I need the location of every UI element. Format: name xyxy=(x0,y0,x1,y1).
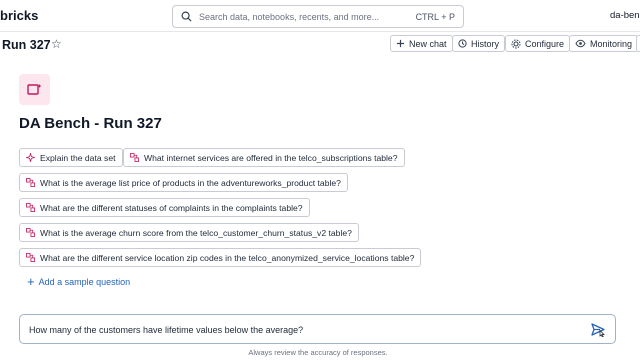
suggestion-label: What are the different statuses of compl… xyxy=(40,202,303,213)
suggestion-chip-explain[interactable]: Explain the data set xyxy=(19,148,123,167)
suggestion-label: Explain the data set xyxy=(40,152,116,163)
space-title: DA Bench - Run 327 xyxy=(19,115,162,132)
new-chat-label: New chat xyxy=(409,38,447,49)
disclaimer-text: Always review the accuracy of responses. xyxy=(248,348,388,357)
suggestion-chip[interactable]: What is the average list price of produc… xyxy=(19,173,348,192)
sparkle-icon xyxy=(26,153,35,162)
brand-logo-text[interactable]: bricks xyxy=(0,8,38,23)
workspace-name[interactable]: da-benc xyxy=(610,10,640,21)
top-bar: bricks Search data, notebooks, recents, … xyxy=(0,0,640,32)
monitoring-button[interactable]: Monitoring xyxy=(569,35,639,52)
chat-input[interactable]: How many of the customers have lifetime … xyxy=(19,314,616,344)
search-input[interactable]: Search data, notebooks, recents, and mor… xyxy=(199,12,416,22)
table-question-icon xyxy=(26,203,35,212)
page-title: Run 327 xyxy=(2,38,51,52)
table-question-icon xyxy=(26,178,35,187)
suggestion-chip[interactable]: What internet services are offered in th… xyxy=(123,148,405,167)
global-search[interactable]: Search data, notebooks, recents, and mor… xyxy=(172,5,464,28)
suggestion-label: What internet services are offered in th… xyxy=(144,152,398,163)
history-label: History xyxy=(471,38,500,49)
monitoring-label: Monitoring xyxy=(590,38,633,49)
send-button[interactable] xyxy=(591,322,607,342)
search-icon xyxy=(181,11,192,22)
chat-input-text[interactable]: How many of the customers have lifetime … xyxy=(29,325,303,335)
history-button[interactable]: History xyxy=(452,35,506,52)
send-icon xyxy=(591,323,605,338)
more-button[interactable] xyxy=(636,35,640,52)
table-question-icon xyxy=(26,253,35,262)
eye-icon xyxy=(575,39,586,48)
table-question-icon xyxy=(26,228,35,237)
add-sample-question-link[interactable]: + Add a sample question xyxy=(27,274,131,289)
suggestion-label: What is the average list price of produc… xyxy=(40,177,341,188)
plus-icon xyxy=(396,39,405,48)
suggestion-chip[interactable]: What is the average churn score from the… xyxy=(19,223,359,242)
configure-label: Configure xyxy=(525,38,565,49)
suggestion-label: What is the average churn score from the… xyxy=(40,227,352,238)
history-icon xyxy=(458,39,467,48)
suggestion-label: What are the different service location … xyxy=(40,252,415,263)
star-icon[interactable]: ☆ xyxy=(51,37,62,51)
sparkle-chat-icon xyxy=(26,83,41,95)
plus-icon: + xyxy=(27,274,35,289)
gear-icon xyxy=(511,39,521,48)
add-sample-label: Add a sample question xyxy=(38,277,131,287)
table-question-icon xyxy=(130,153,139,162)
genie-space-logo xyxy=(19,74,50,105)
configure-button[interactable]: Configure xyxy=(505,35,571,52)
suggestion-chip[interactable]: What are the different statuses of compl… xyxy=(19,198,310,217)
search-shortcut: CTRL + P xyxy=(415,11,455,22)
suggestion-chip[interactable]: What are the different service location … xyxy=(19,248,422,267)
new-chat-button[interactable]: New chat xyxy=(390,35,453,52)
